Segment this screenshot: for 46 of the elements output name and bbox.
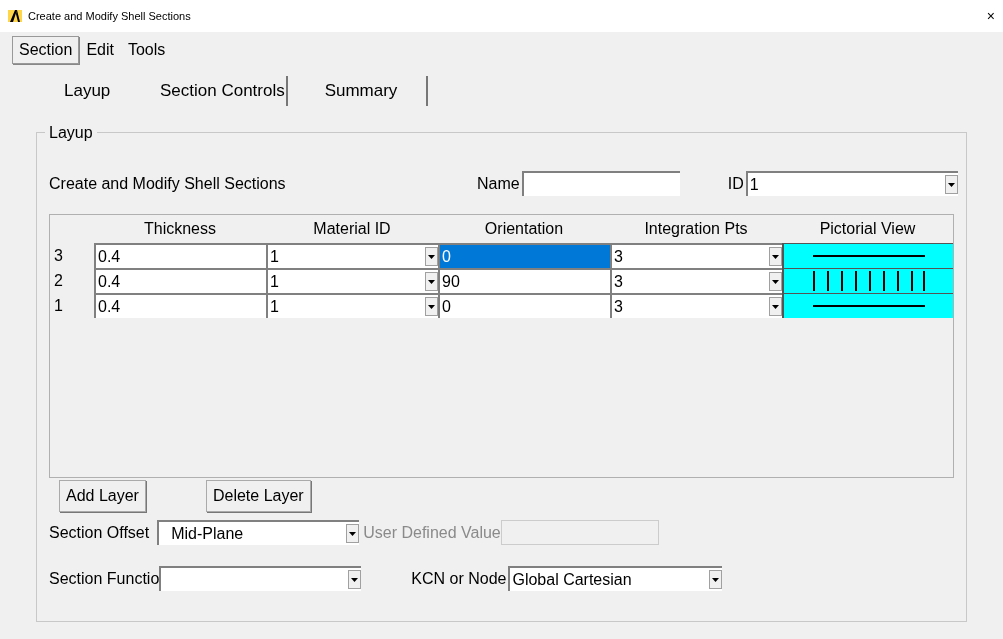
- id-label: ID: [727, 173, 744, 194]
- offset-dropdown[interactable]: Mid-Plane: [157, 520, 360, 545]
- name-field[interactable]: [521, 171, 680, 196]
- layer-button[interactable]: Add Layer: [59, 480, 146, 512]
- window-title: Create and Modify Shell Sections: [28, 8, 192, 24]
- row-number: 2: [53, 270, 64, 291]
- layer-button[interactable]: Delete Layer: [205, 480, 311, 512]
- orientation-field[interactable]: 0: [438, 293, 610, 318]
- menu-item[interactable]: Section: [12, 36, 80, 64]
- integration-dropdown[interactable]: 3: [610, 293, 782, 318]
- horizontal-line-icon: [812, 255, 925, 257]
- column-header: Thickness: [143, 219, 217, 239]
- tab[interactable]: Layup: [56, 76, 148, 106]
- menu-item[interactable]: Tools: [120, 36, 173, 64]
- thickness-field[interactable]: 0.4: [94, 243, 266, 268]
- user-value-label: User Defined Value: [363, 522, 501, 543]
- horizontal-line-icon: [812, 305, 925, 307]
- thickness-field[interactable]: 0.4: [94, 268, 266, 293]
- app-logo-icon: [8, 10, 22, 22]
- tab[interactable]: Section Controls: [156, 76, 288, 106]
- orientation-field[interactable]: 0: [438, 243, 610, 268]
- column-header: Integration Pts: [643, 219, 749, 239]
- orientation-field[interactable]: 90: [438, 268, 610, 293]
- thickness-field[interactable]: 0.4: [94, 293, 266, 318]
- form-heading: Create and Modify Shell Sections: [49, 173, 287, 194]
- menu-item[interactable]: Edit: [79, 36, 121, 64]
- offset-label: Section Offset: [49, 522, 150, 543]
- function-label: Section Functio: [49, 568, 160, 589]
- tab[interactable]: Summary: [296, 76, 428, 106]
- integration-dropdown[interactable]: 3: [610, 268, 782, 293]
- integration-dropdown[interactable]: 3: [610, 243, 782, 268]
- kcn-label: KCN or Node: [411, 568, 507, 589]
- id-dropdown[interactable]: 1: [745, 171, 958, 196]
- vertical-lines-icon: [812, 271, 925, 291]
- function-dropdown[interactable]: [159, 566, 362, 591]
- material-dropdown[interactable]: 1: [266, 243, 438, 268]
- name-label: Name: [477, 173, 520, 194]
- row-number: 1: [53, 295, 64, 316]
- close-button[interactable]: ×: [986, 5, 995, 27]
- row-number: 3: [53, 245, 64, 266]
- column-header: Pictorial View: [818, 219, 917, 239]
- material-dropdown[interactable]: 1: [266, 268, 438, 293]
- material-dropdown[interactable]: 1: [266, 293, 438, 318]
- column-header: Orientation: [483, 219, 565, 239]
- kcn-dropdown[interactable]: Global Cartesian: [508, 566, 723, 591]
- column-header: Material ID: [312, 219, 392, 239]
